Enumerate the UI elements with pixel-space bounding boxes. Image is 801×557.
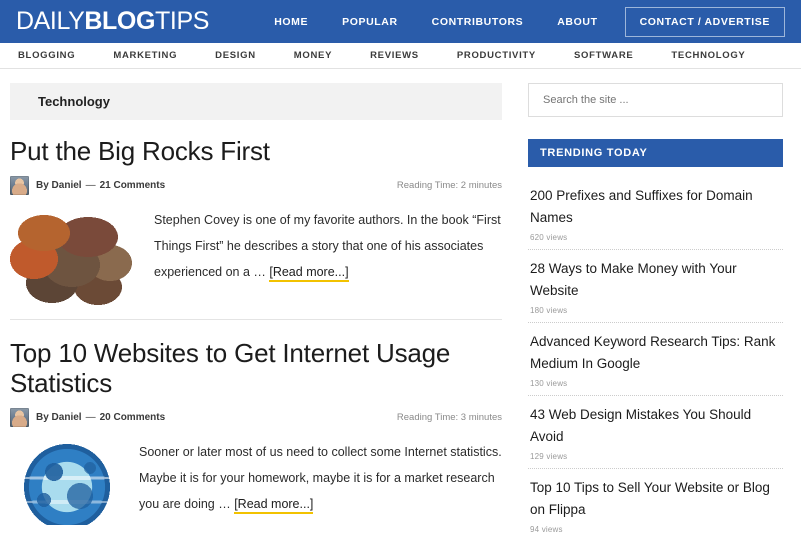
- list-item: 43 Web Design Mistakes You Should Avoid …: [528, 396, 783, 469]
- trending-post-title[interactable]: 43 Web Design Mistakes You Should Avoid: [530, 404, 783, 448]
- trending-post-views: 129 views: [530, 452, 568, 461]
- list-item: Advanced Keyword Research Tips: Rank Med…: [528, 323, 783, 396]
- site-header: DAILYBLOGTIPS HOME POPULAR CONTRIBUTORS …: [0, 0, 801, 43]
- cat-nav-item-reviews[interactable]: REVIEWS: [370, 50, 438, 61]
- meta-separator: —: [85, 412, 96, 423]
- read-more-link[interactable]: [Read more...]: [234, 497, 314, 514]
- entry-title[interactable]: Put the Big Rocks First: [10, 136, 502, 166]
- logo-part-daily: DAILY: [16, 7, 85, 35]
- entry-excerpt: Sooner or later most of us need to colle…: [139, 439, 502, 517]
- nav-item-home[interactable]: HOME: [257, 16, 325, 28]
- list-item: Top 10 Tips to Sell Your Website or Blog…: [528, 469, 783, 541]
- trending-post-title[interactable]: 200 Prefixes and Suffixes for Domain Nam…: [530, 185, 783, 229]
- article-entry: Put the Big Rocks First By Daniel — 21 C…: [10, 136, 502, 320]
- nav-item-popular[interactable]: POPULAR: [325, 16, 415, 28]
- cat-nav-item-marketing[interactable]: MARKETING: [113, 50, 196, 61]
- trending-post-views: 180 views: [530, 306, 568, 315]
- entry-comment-count[interactable]: 20 Comments: [100, 412, 166, 423]
- cat-nav-item-productivity[interactable]: PRODUCTIVITY: [457, 50, 555, 61]
- list-item: 28 Ways to Make Money with Your Website …: [528, 250, 783, 323]
- entry-excerpt: Stephen Covey is one of my favorite auth…: [154, 207, 502, 285]
- cat-nav-item-technology[interactable]: TECHNOLOGY: [671, 50, 764, 61]
- avatar: [10, 408, 29, 427]
- nav-item-contributors[interactable]: CONTRIBUTORS: [415, 16, 541, 28]
- trending-post-views: 620 views: [530, 233, 568, 242]
- article-entry: Top 10 Websites to Get Internet Usage St…: [10, 338, 502, 539]
- read-more-link[interactable]: [Read more...]: [269, 265, 349, 282]
- nav-item-contact-advertise[interactable]: CONTACT / ADVERTISE: [624, 6, 785, 37]
- trending-post-title[interactable]: Top 10 Tips to Sell Your Website or Blog…: [530, 477, 783, 521]
- cat-nav-item-blogging[interactable]: BLOGGING: [18, 50, 94, 61]
- trending-post-title[interactable]: 28 Ways to Make Money with Your Website: [530, 258, 783, 302]
- cat-nav-item-software[interactable]: SOFTWARE: [574, 50, 652, 61]
- site-logo[interactable]: DAILYBLOGTIPS: [16, 7, 209, 36]
- meta-separator: —: [85, 180, 96, 191]
- entry-reading-time: Reading Time: 3 minutes: [396, 412, 502, 423]
- entry-thumbnail[interactable]: [10, 439, 125, 525]
- entry-author[interactable]: By Daniel: [36, 180, 82, 191]
- main-content: Technology Put the Big Rocks First By Da…: [0, 69, 520, 557]
- entry-reading-time: Reading Time: 2 minutes: [396, 180, 502, 191]
- entry-comment-count[interactable]: 21 Comments: [100, 180, 166, 191]
- trending-post-title[interactable]: Advanced Keyword Research Tips: Rank Med…: [530, 331, 783, 375]
- entry-meta: By Daniel — 21 Comments Reading Time: 2 …: [10, 176, 502, 195]
- cat-nav-item-design[interactable]: DESIGN: [215, 50, 275, 61]
- trending-post-views: 130 views: [530, 379, 568, 388]
- list-item: 200 Prefixes and Suffixes for Domain Nam…: [528, 177, 783, 250]
- entry-body: Sooner or later most of us need to colle…: [10, 439, 502, 525]
- entry-title[interactable]: Top 10 Websites to Get Internet Usage St…: [10, 338, 502, 398]
- logo-part-tips: TIPS: [155, 7, 209, 35]
- sidebar: TRENDING TODAY 200 Prefixes and Suffixes…: [520, 69, 801, 557]
- entry-thumbnail[interactable]: [10, 207, 140, 305]
- globe-image: [10, 439, 125, 525]
- logo-part-blog: BLOG: [84, 7, 156, 35]
- avatar: [10, 176, 29, 195]
- category-navigation: BLOGGING MARKETING DESIGN MONEY REVIEWS …: [0, 43, 801, 69]
- cat-nav-item-money[interactable]: MONEY: [294, 50, 351, 61]
- primary-navigation: HOME POPULAR CONTRIBUTORS ABOUT CONTACT …: [257, 6, 785, 37]
- entry-author[interactable]: By Daniel: [36, 412, 82, 423]
- rocks-image: [10, 207, 140, 305]
- trending-post-views: 94 views: [530, 525, 563, 534]
- nav-item-about[interactable]: ABOUT: [540, 16, 614, 28]
- archive-title: Technology: [10, 83, 502, 120]
- excerpt-text: Sooner or later most of us need to colle…: [139, 445, 502, 511]
- page-wrap: Technology Put the Big Rocks First By Da…: [0, 69, 801, 557]
- trending-widget-title: TRENDING TODAY: [528, 139, 783, 167]
- search-input[interactable]: [541, 93, 770, 107]
- search-box[interactable]: [528, 83, 783, 117]
- entry-body: Stephen Covey is one of my favorite auth…: [10, 207, 502, 305]
- entry-meta: By Daniel — 20 Comments Reading Time: 3 …: [10, 408, 502, 427]
